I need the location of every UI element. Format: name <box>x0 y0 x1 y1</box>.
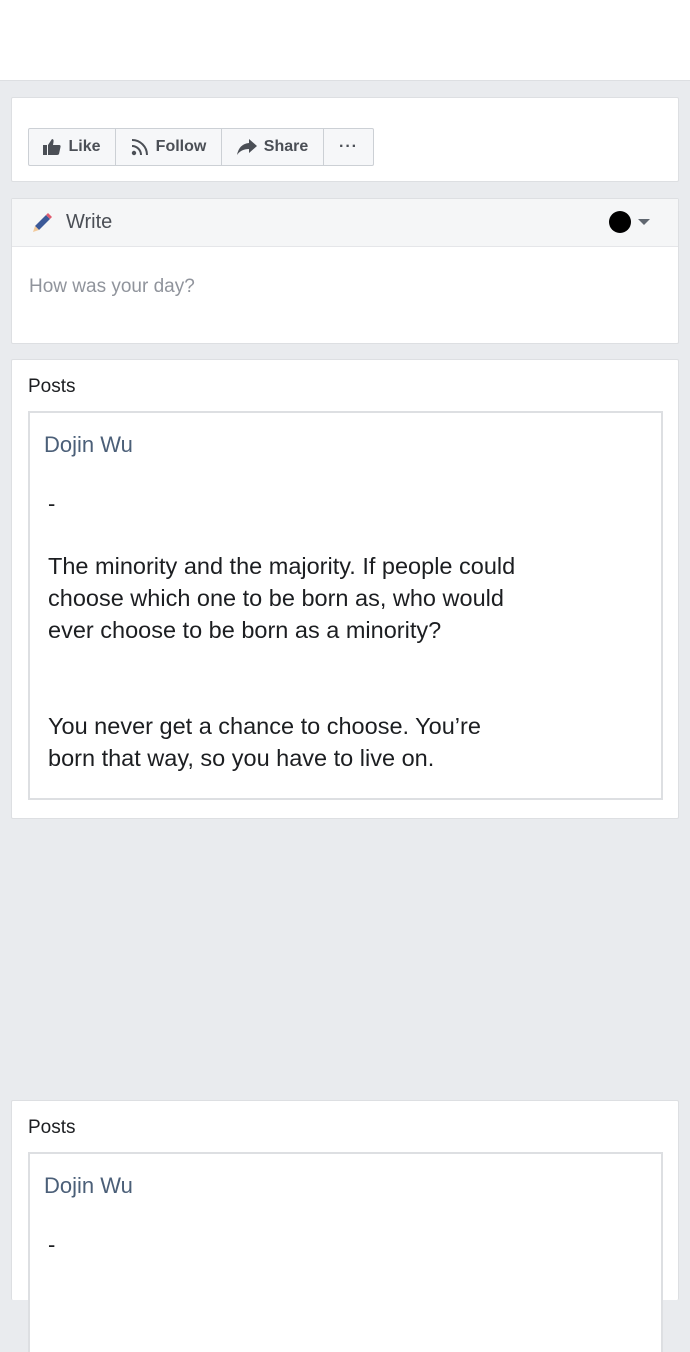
page-actions-card: Like Follow Share ··· <box>11 97 679 182</box>
top-bar <box>0 0 690 81</box>
posts-section: Posts Dojin Wu - The minority and the ma… <box>11 359 679 819</box>
write-tab-label[interactable]: Write <box>66 211 112 234</box>
posts-section-title: Posts <box>28 1117 76 1138</box>
like-label: Like <box>68 138 101 155</box>
post-author[interactable]: Dojin Wu <box>44 432 133 458</box>
posts-section-title: Posts <box>28 376 76 397</box>
thumbs-up-icon <box>43 139 62 155</box>
follow-button[interactable]: Follow <box>116 129 222 165</box>
pencil-icon <box>33 213 52 232</box>
privacy-dot-icon <box>609 211 631 233</box>
post-lead: - <box>48 1232 56 1257</box>
ellipsis-icon: ··· <box>339 138 358 155</box>
post-composer: Write How was your day? <box>11 198 679 344</box>
follow-label: Follow <box>155 138 207 155</box>
post-paragraph: The minority and the majority. If people… <box>48 553 516 643</box>
action-button-group: Like Follow Share ··· <box>28 128 374 166</box>
composer-input[interactable]: How was your day? <box>29 276 195 298</box>
composer-header: Write <box>12 199 678 247</box>
share-button[interactable]: Share <box>222 129 324 165</box>
share-arrow-icon <box>236 139 257 155</box>
post-author[interactable]: Dojin Wu <box>44 1173 133 1199</box>
more-options-button[interactable]: ··· <box>324 129 373 165</box>
post-card: Dojin Wu - <box>28 1152 663 1352</box>
chevron-down-icon <box>638 219 650 225</box>
share-label: Share <box>263 138 309 155</box>
like-button[interactable]: Like <box>29 129 116 165</box>
post-card: Dojin Wu - The minority and the majority… <box>28 411 663 800</box>
post-lead: - <box>48 491 56 516</box>
rss-icon <box>131 139 148 156</box>
post-paragraph: You never get a chance to choose. You’re… <box>48 713 481 771</box>
posts-section: Posts Dojin Wu - <box>11 1100 679 1352</box>
privacy-selector[interactable] <box>609 211 650 233</box>
